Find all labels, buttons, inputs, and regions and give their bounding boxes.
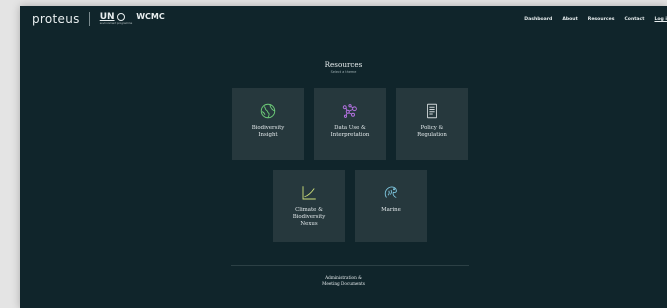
page-subtitle: Select a theme [330, 70, 357, 74]
admin-label-line: Meeting Documents [322, 280, 365, 286]
tile-label-line: Insight [258, 132, 278, 138]
tile-climate-biodiversity-nexus[interactable]: Climate & Biodiversity Nexus [273, 170, 345, 242]
fish-icon [384, 186, 397, 198]
admin-meeting-documents-link[interactable]: Administration & Meeting Documents [20, 275, 667, 286]
brand[interactable]: proteus UN environment programme WCMC [32, 12, 165, 26]
un-logo: UN environment programme [99, 11, 133, 26]
top-bar: proteus UN environment programme WCMC Da… [20, 6, 667, 33]
nav-resources[interactable]: Resources [588, 17, 615, 22]
tile-label-line: Biodiversity [292, 214, 326, 220]
tile-biodiversity-insight[interactable]: Biodiversity Insight [232, 88, 304, 160]
app-window: proteus UN environment programme WCMC Da… [20, 6, 667, 308]
tile-label-line: Policy & [420, 125, 444, 131]
tile-label-line: Marine [381, 207, 401, 213]
tile-label-line: Nexus [300, 221, 318, 227]
page-heading: Resources Select a theme [20, 60, 667, 74]
tile-marine[interactable]: Marine [355, 170, 427, 242]
molecule-icon [342, 104, 357, 118]
nav-contact[interactable]: Contact [624, 17, 644, 22]
tile-data-use-interpretation[interactable]: Data Use & Interpretation [314, 88, 386, 160]
globe-icon [260, 103, 276, 119]
tile-label-line: Regulation [417, 132, 447, 138]
nav-about[interactable]: About [562, 17, 577, 22]
wcmc-logo: WCMC [136, 11, 165, 21]
brand-divider [88, 12, 90, 26]
tile-label-line: Interpretation [330, 132, 370, 138]
un-logo-subtext: environment programme [99, 21, 133, 25]
chart-icon [302, 186, 316, 200]
section-divider [231, 265, 469, 266]
document-icon [427, 103, 437, 119]
tile-label-line: Biodiversity [251, 125, 285, 131]
nav-login[interactable]: Log i [654, 17, 667, 22]
tile-label-line: Data Use & [334, 125, 366, 131]
page-title: Resources [324, 60, 363, 69]
tile-label-line: Climate & [295, 207, 323, 213]
main-nav: Dashboard About Resources Contact Log i [524, 17, 667, 22]
brand-name: proteus [32, 12, 80, 26]
tile-policy-regulation[interactable]: Policy & Regulation [396, 88, 468, 160]
nav-dashboard[interactable]: Dashboard [524, 17, 552, 22]
un-logo-text: UN [99, 11, 115, 22]
un-globe-icon [116, 13, 125, 22]
